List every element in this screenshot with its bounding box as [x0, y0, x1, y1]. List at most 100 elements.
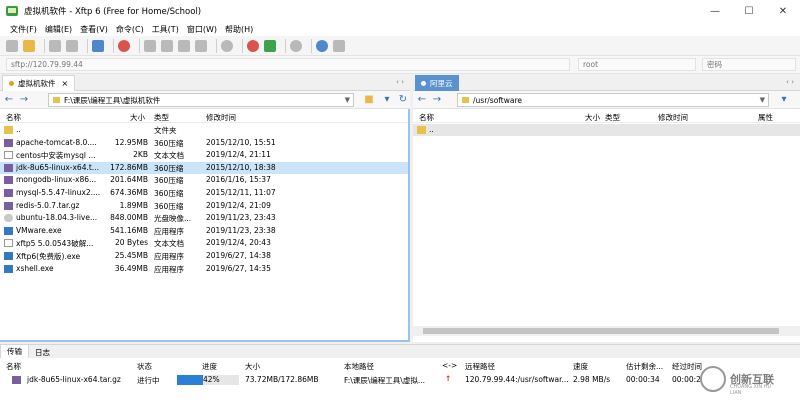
col-name[interactable]: 名称: [6, 112, 21, 123]
window-title: 虚拟机软件 - Xftp 6 (Free for Home/School): [24, 7, 202, 17]
minimize-button[interactable]: —: [698, 0, 732, 22]
col-attributes[interactable]: 属性: [758, 112, 773, 123]
settings-gear-icon[interactable]: [290, 39, 302, 52]
properties-icon[interactable]: [195, 39, 207, 52]
disconnect-icon[interactable]: [66, 39, 78, 52]
cell-size: 541.16MB: [110, 225, 148, 235]
file-row[interactable]: VMware.exe 541.16MB 应用程序 2019/11/23, 23:38: [0, 225, 408, 237]
back-arrow-icon[interactable]: ←: [416, 94, 428, 106]
refresh-icon[interactable]: [144, 39, 156, 52]
view-options-icon[interactable]: ▾: [778, 94, 790, 106]
refresh-icon[interactable]: ↻: [397, 94, 409, 106]
file-row[interactable]: redis-5.0.7.tar.gz 1.89MB 360压缩 2019/12/4, …: [0, 200, 408, 212]
password-input[interactable]: [702, 58, 796, 71]
menu-window[interactable]: 窗口(W): [187, 24, 217, 35]
forward-arrow-icon[interactable]: →: [431, 94, 443, 106]
file-row[interactable]: xshell.exe 36.49MB 应用程序 2019/6/27, 14:35: [0, 263, 408, 275]
app-icon: [6, 6, 18, 16]
cell-date: 2019/12/4, 20:43: [206, 238, 271, 248]
col-modified[interactable]: 修改时间: [206, 112, 236, 123]
folder-up-icon[interactable]: ■: [363, 94, 375, 106]
transfer-icon[interactable]: [118, 39, 130, 52]
left-path-box[interactable]: F:\课辰\编程工具\虚拟机软件 ▼: [48, 93, 354, 107]
tcol-speed[interactable]: 速度: [573, 361, 588, 372]
menu-edit[interactable]: 编辑(E): [45, 24, 72, 35]
maximize-button[interactable]: ☐: [732, 0, 766, 22]
tcol-direction[interactable]: <->: [442, 361, 457, 370]
tcol-status[interactable]: 状态: [137, 361, 152, 372]
menu-tools[interactable]: 工具(T): [152, 24, 179, 35]
tcol-progress[interactable]: 进度: [202, 361, 217, 372]
close-icon[interactable]: ×: [62, 79, 69, 88]
col-size[interactable]: 大小: [585, 112, 600, 123]
transfer-header: 名称 状态 进度 大小 本地路径 <-> 远程路径 速度 估计剩余... 经过时…: [0, 361, 800, 372]
tab-local[interactable]: 虚拟机软件 ×: [2, 75, 76, 91]
tab-scroll-icon[interactable]: ‹ ›: [786, 78, 794, 86]
stop-icon[interactable]: [221, 39, 233, 52]
new-tab-icon[interactable]: [92, 39, 104, 52]
copy-icon[interactable]: [161, 39, 173, 52]
file-row[interactable]: centos中安装mysql ... 2KB 文本文档 2019/12/4, 21:1…: [0, 149, 408, 161]
menu-help[interactable]: 帮助(H): [225, 24, 253, 35]
cell-size: 674.36MB: [110, 188, 148, 197]
txt-file-icon: [4, 239, 13, 248]
menu-file[interactable]: 文件(F): [10, 24, 37, 35]
new-session-icon[interactable]: [6, 39, 18, 52]
tab-scroll-icon[interactable]: ‹ ›: [396, 78, 404, 86]
menu-view[interactable]: 查看(V): [80, 24, 108, 35]
col-size[interactable]: 大小: [130, 112, 145, 123]
file-row[interactable]: apache-tomcat-8.0.... 12.95MB 360压缩 2015/12…: [0, 137, 408, 149]
cell-size: 25.45MB: [114, 251, 148, 260]
help-dropdown-icon[interactable]: [333, 39, 345, 52]
file-row[interactable]: jdk-8u65-linux-x64.t... 172.86MB 360压缩 2015…: [0, 161, 408, 174]
tcol-remote-path[interactable]: 远程路径: [465, 361, 495, 372]
col-modified[interactable]: 修改时间: [658, 112, 688, 123]
menu-bar: 文件(F) 编辑(E) 查看(V) 命令(C) 工具(T) 窗口(W) 帮助(H…: [0, 22, 800, 36]
tcol-local-path[interactable]: 本地路径: [344, 361, 374, 372]
cell-size: 1.89MB: [119, 200, 148, 210]
file-row[interactable]: xftp5 5.0.0543破解... 20 Bytes 文本文档 2019/12/4…: [0, 237, 408, 249]
close-button[interactable]: ✕: [766, 0, 800, 22]
tcol-name[interactable]: 名称: [6, 361, 21, 372]
col-type[interactable]: 类型: [154, 112, 169, 123]
right-path-box[interactable]: /usr/software ▼: [457, 93, 769, 107]
tab-transfers[interactable]: 传输: [0, 345, 29, 359]
chevron-down-icon[interactable]: ▼: [760, 96, 765, 104]
host-input[interactable]: [6, 58, 570, 71]
col-name[interactable]: 名称: [419, 112, 434, 123]
tab-remote[interactable]: 阿里云: [415, 75, 459, 91]
archive-file-icon: [12, 376, 21, 384]
col-type[interactable]: 类型: [605, 112, 620, 123]
chevron-down-icon[interactable]: ▼: [345, 96, 350, 104]
file-row[interactable]: Xftp6(免费版).exe 25.45MB 应用程序 2019/6/27, 14:3…: [0, 250, 408, 262]
forward-arrow-icon[interactable]: →: [18, 94, 30, 106]
toolbar-divider: [216, 38, 217, 53]
scrollbar-thumb[interactable]: [423, 328, 779, 334]
tcol-size[interactable]: 大小: [245, 361, 260, 372]
paste-icon[interactable]: [178, 39, 190, 52]
open-folder-icon[interactable]: [23, 39, 35, 52]
back-arrow-icon[interactable]: ←: [3, 94, 15, 106]
file-row[interactable]: mongodb-linux-x86... 201.64MB 360压缩 2016/1/…: [0, 174, 408, 186]
xftp-icon[interactable]: [264, 39, 276, 52]
transfer-elapsed: 00:00:2: [672, 375, 701, 384]
tcol-elapsed[interactable]: 经过时间: [672, 361, 702, 372]
cell-name: xshell.exe: [16, 263, 54, 273]
transfer-row[interactable]: jdk-8u65-linux-x64.tar.gz 进行中 42% 73.72M…: [0, 374, 800, 386]
watermark: 创新互联 CHUANG XIN HU LIAN: [700, 366, 774, 396]
tcol-eta[interactable]: 估计剩余...: [626, 361, 663, 372]
menu-command[interactable]: 命令(C): [116, 24, 144, 35]
cell-date: 2019/6/27, 14:35: [206, 263, 271, 273]
tab-log[interactable]: 日志: [29, 345, 56, 359]
xshell-icon[interactable]: [247, 39, 259, 52]
file-row[interactable]: .. 文件夹: [0, 124, 408, 136]
view-options-icon[interactable]: ▾: [381, 94, 393, 106]
file-row[interactable]: ..: [413, 124, 800, 136]
file-row[interactable]: ubuntu-18.04.3-live... 848.00MB 光盘映像... 201…: [0, 212, 408, 224]
username-input[interactable]: [578, 58, 696, 71]
connect-icon[interactable]: [49, 39, 61, 52]
help-icon[interactable]: [316, 39, 328, 52]
remote-horizontal-scrollbar[interactable]: [413, 326, 800, 336]
cell-type: 应用程序: [154, 252, 184, 261]
file-row[interactable]: mysql-5.5.47-linux2.... 674.36MB 360压缩 2015…: [0, 187, 408, 199]
